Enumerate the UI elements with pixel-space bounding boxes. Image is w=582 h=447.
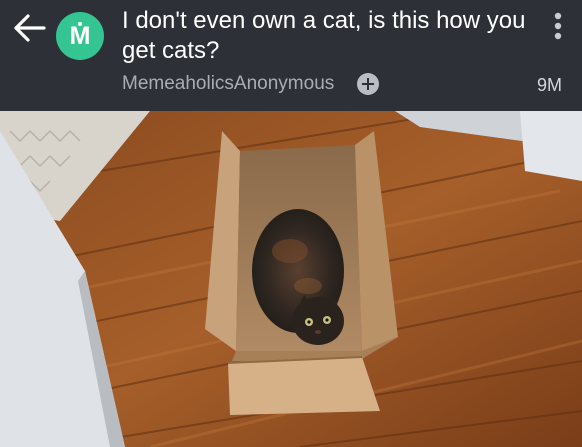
community-name[interactable]: MemeaholicsAnonymous xyxy=(122,72,334,96)
overflow-menu-button[interactable] xyxy=(546,10,570,42)
post-header: M I don't even own a cat, is this how yo… xyxy=(0,0,582,111)
avatar-dot xyxy=(78,22,82,26)
post-title: I don't even own a cat, is this how you … xyxy=(122,7,526,64)
post-image[interactable] xyxy=(0,111,582,447)
community-avatar[interactable]: M xyxy=(56,12,104,60)
back-arrow-icon xyxy=(14,14,46,42)
post-viewer: M I don't even own a cat, is this how yo… xyxy=(0,0,582,447)
join-community-button[interactable] xyxy=(357,73,379,95)
post-age: 9M xyxy=(536,75,562,95)
more-vertical-icon xyxy=(554,12,562,40)
back-button[interactable] xyxy=(10,10,50,46)
